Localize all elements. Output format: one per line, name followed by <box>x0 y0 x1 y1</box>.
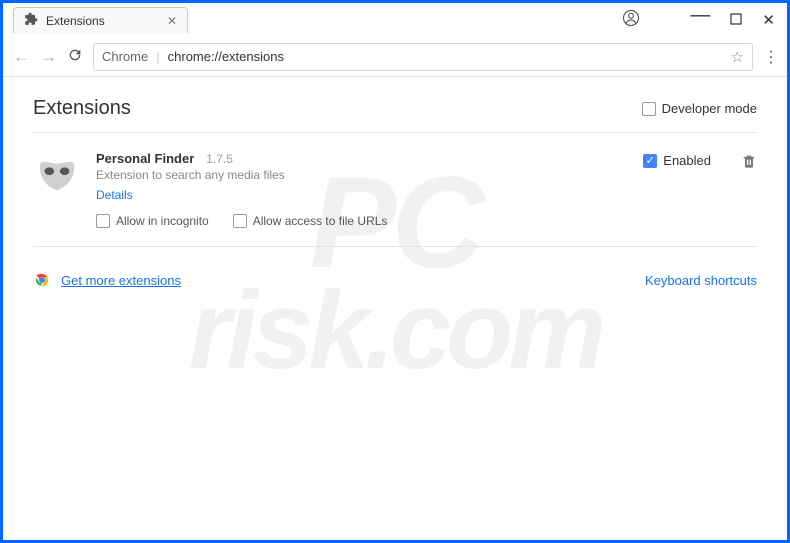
puzzle-icon <box>24 12 38 29</box>
menu-icon[interactable]: ⋮ <box>763 47 777 67</box>
trash-icon[interactable] <box>741 153 757 173</box>
extension-row: Personal Finder 1.7.5 Extension to searc… <box>33 133 757 247</box>
checkbox-icon: ✓ <box>643 154 657 168</box>
page-title: Extensions <box>33 97 131 120</box>
user-icon[interactable] <box>622 9 640 31</box>
extension-name: Personal Finder <box>96 151 194 166</box>
chrome-store-icon <box>33 271 51 289</box>
checkbox-icon <box>233 214 247 228</box>
address-bar[interactable]: Chrome | chrome://extensions ☆ <box>93 43 753 71</box>
back-icon[interactable]: ← <box>13 47 30 67</box>
get-more-extensions-link[interactable]: Get more extensions <box>61 273 181 288</box>
checkbox-icon <box>96 214 110 228</box>
browser-tab[interactable]: Extensions ✕ <box>13 7 188 33</box>
enabled-label: Enabled <box>663 153 711 168</box>
tab-bar: Extensions ✕ — ✕ <box>3 3 787 37</box>
checkbox-icon <box>642 102 656 116</box>
url-scheme: Chrome <box>102 49 148 64</box>
enabled-checkbox[interactable]: ✓ Enabled <box>643 153 711 168</box>
developer-mode-checkbox[interactable]: Developer mode <box>642 101 757 116</box>
tab-title: Extensions <box>46 14 159 28</box>
minimize-icon[interactable]: — <box>690 4 710 27</box>
mask-icon <box>33 151 81 199</box>
extension-description: Extension to search any media files <box>96 168 628 182</box>
browser-toolbar: ← → Chrome | chrome://extensions ☆ ⋮ <box>3 37 787 77</box>
keyboard-shortcuts-link[interactable]: Keyboard shortcuts <box>645 273 757 288</box>
extension-version: 1.7.5 <box>206 152 233 166</box>
star-icon[interactable]: ☆ <box>731 48 744 66</box>
url-text: chrome://extensions <box>168 49 723 64</box>
details-link[interactable]: Details <box>96 188 133 202</box>
close-icon[interactable]: ✕ <box>762 11 775 29</box>
allow-incognito-checkbox[interactable]: Allow in incognito <box>96 214 209 228</box>
allow-incognito-label: Allow in incognito <box>116 214 209 228</box>
developer-mode-label: Developer mode <box>662 101 757 116</box>
maximize-icon[interactable] <box>730 12 742 29</box>
reload-icon[interactable] <box>67 47 83 67</box>
tab-close-icon[interactable]: ✕ <box>167 14 177 28</box>
allow-file-urls-checkbox[interactable]: Allow access to file URLs <box>233 214 388 228</box>
forward-icon[interactable]: → <box>40 47 57 67</box>
window-controls: — ✕ <box>622 9 787 32</box>
allow-file-urls-label: Allow access to file URLs <box>253 214 388 228</box>
